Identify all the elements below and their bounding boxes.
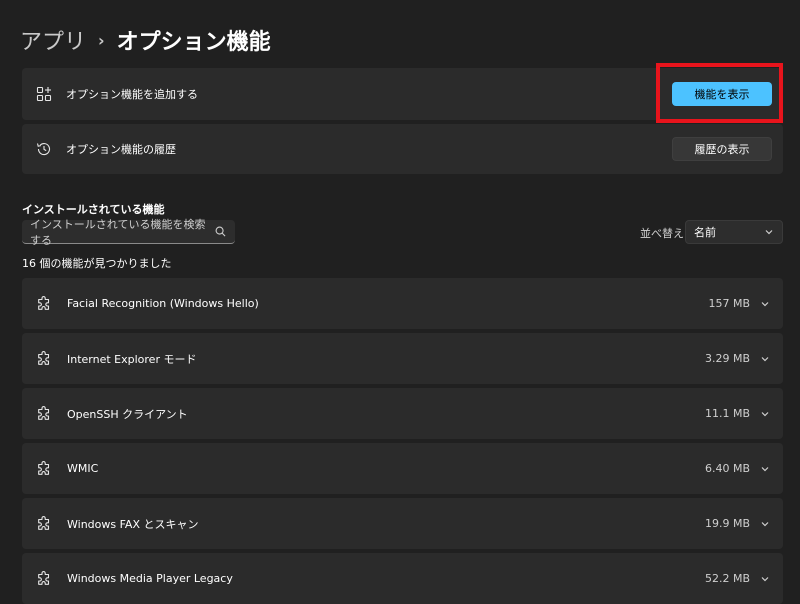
puzzle-icon bbox=[34, 514, 54, 534]
feature-history-card: オプション機能の履歴 履歴の表示 bbox=[22, 124, 783, 174]
breadcrumb-separator: › bbox=[98, 30, 105, 50]
view-history-button[interactable]: 履歴の表示 bbox=[672, 137, 772, 161]
feature-name: Internet Explorer モード bbox=[67, 352, 197, 366]
feature-name: WMIC bbox=[67, 462, 99, 475]
sort-label: 並べ替え: bbox=[640, 227, 688, 240]
feature-name: Windows Media Player Legacy bbox=[67, 572, 233, 585]
expand-chevron-icon[interactable] bbox=[759, 463, 771, 475]
breadcrumb: アプリ › オプション機能 bbox=[20, 24, 271, 56]
feature-size: 3.29 MB bbox=[704, 352, 750, 365]
feature-item[interactable]: Facial Recognition (Windows Hello) 157 M… bbox=[22, 278, 783, 329]
puzzle-icon bbox=[34, 404, 54, 424]
add-feature-label: オプション機能を追加する bbox=[66, 88, 198, 101]
feature-size: 19.9 MB bbox=[704, 517, 750, 530]
page-title: オプション機能 bbox=[116, 30, 271, 55]
chevron-down-icon bbox=[764, 227, 774, 237]
puzzle-icon bbox=[34, 569, 54, 589]
add-apps-icon bbox=[34, 84, 54, 104]
feature-item[interactable]: WMIC 6.40 MB bbox=[22, 443, 783, 494]
feature-size: 157 MB bbox=[708, 297, 750, 310]
feature-size: 52.2 MB bbox=[704, 572, 750, 585]
puzzle-icon bbox=[34, 349, 54, 369]
history-icon bbox=[34, 139, 54, 159]
sort-value: 名前 bbox=[694, 226, 716, 239]
puzzle-icon bbox=[34, 294, 54, 314]
feature-count: 16 個の機能が見つかりました bbox=[22, 257, 172, 270]
add-feature-card: オプション機能を追加する 機能を表示 bbox=[22, 68, 783, 120]
settings-page: アプリ › オプション機能 オプション機能を追加する 機能を表示 オプション機能 bbox=[0, 0, 800, 604]
expand-chevron-icon[interactable] bbox=[759, 408, 771, 420]
feature-item[interactable]: Windows FAX とスキャン 19.9 MB bbox=[22, 498, 783, 549]
feature-item[interactable]: Internet Explorer モード 3.29 MB bbox=[22, 333, 783, 384]
breadcrumb-apps[interactable]: アプリ bbox=[20, 24, 86, 56]
feature-item[interactable]: OpenSSH クライアント 11.1 MB bbox=[22, 388, 783, 439]
search-placeholder: インストールされている機能を検索する bbox=[30, 217, 206, 247]
feature-name: Facial Recognition (Windows Hello) bbox=[67, 297, 259, 310]
expand-chevron-icon[interactable] bbox=[759, 518, 771, 530]
feature-list: Facial Recognition (Windows Hello) 157 M… bbox=[22, 278, 783, 604]
feature-name: OpenSSH クライアント bbox=[67, 407, 188, 421]
expand-chevron-icon[interactable] bbox=[759, 298, 771, 310]
feature-size: 11.1 MB bbox=[704, 407, 750, 420]
feature-item[interactable]: Windows Media Player Legacy 52.2 MB bbox=[22, 553, 783, 604]
search-icon[interactable] bbox=[213, 225, 227, 239]
view-features-button[interactable]: 機能を表示 bbox=[672, 82, 772, 106]
expand-chevron-icon[interactable] bbox=[759, 573, 771, 585]
feature-history-label: オプション機能の履歴 bbox=[66, 143, 176, 156]
sort-dropdown[interactable]: 名前 bbox=[685, 220, 783, 244]
puzzle-icon bbox=[34, 459, 54, 479]
expand-chevron-icon[interactable] bbox=[759, 353, 771, 365]
feature-size: 6.40 MB bbox=[704, 462, 750, 475]
search-input[interactable]: インストールされている機能を検索する bbox=[22, 218, 235, 247]
feature-name: Windows FAX とスキャン bbox=[67, 517, 199, 531]
